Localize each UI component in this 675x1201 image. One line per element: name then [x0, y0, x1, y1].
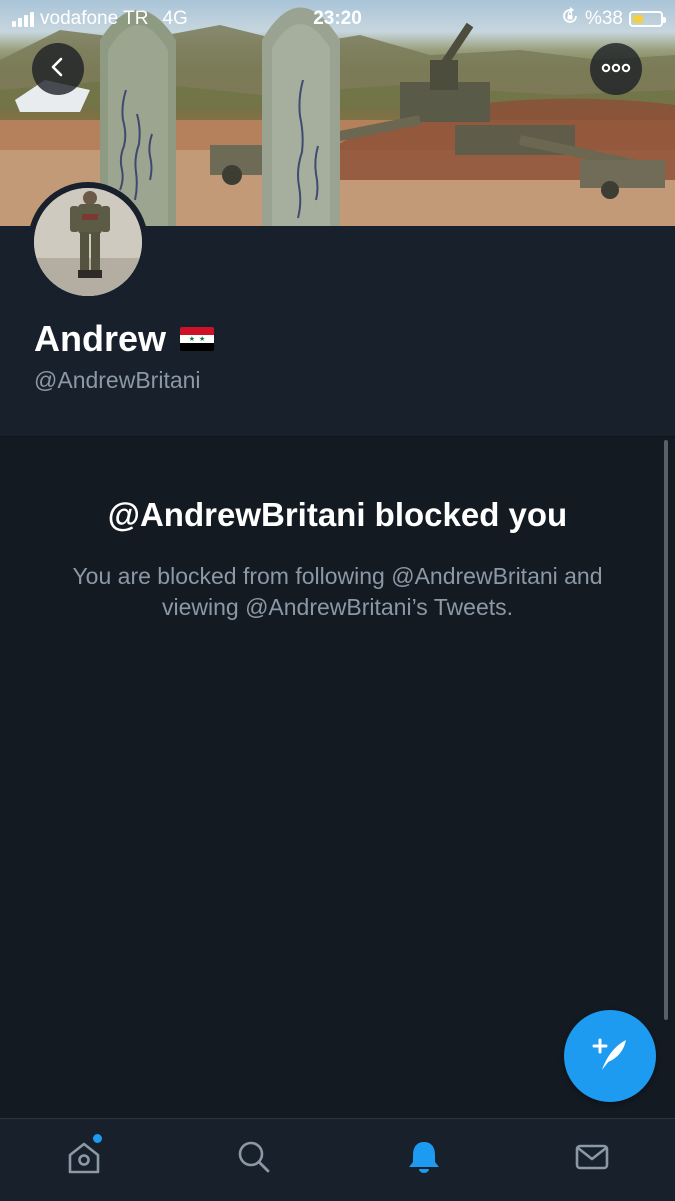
tab-search[interactable] — [232, 1137, 276, 1181]
more-options-button[interactable] — [590, 43, 642, 95]
battery-percent: %38 — [584, 8, 623, 29]
bell-icon — [405, 1138, 443, 1181]
compose-tweet-icon — [588, 1032, 632, 1081]
section-divider — [0, 436, 675, 437]
bottom-tab-bar — [0, 1118, 675, 1201]
blocked-message: You are blocked from following @AndrewBr… — [72, 563, 603, 620]
battery-level — [633, 15, 643, 23]
avatar-image — [34, 188, 142, 296]
tab-home[interactable] — [62, 1137, 106, 1181]
status-bar: vodafone TR 4G 23:20 %38 — [0, 0, 675, 36]
chevron-left-icon — [47, 56, 69, 83]
blocked-title: @AndrewBritani blocked you — [107, 496, 568, 533]
more-horizontal-icon — [601, 60, 631, 78]
orientation-lock-icon — [561, 7, 579, 31]
home-notification-dot — [93, 1134, 102, 1143]
profile-handle: @AndrewBritani — [34, 367, 201, 393]
status-right: %38 — [561, 7, 666, 31]
profile-name: Andrew — [34, 318, 167, 359]
profile-name-row: Andrew ★ ★ — [34, 318, 215, 360]
compose-tweet-button[interactable] — [564, 1010, 656, 1102]
home-icon — [65, 1138, 103, 1181]
mail-icon — [573, 1138, 611, 1181]
battery-icon — [629, 11, 666, 27]
search-icon — [235, 1138, 273, 1181]
syria-flag-icon: ★ ★ — [180, 327, 215, 351]
avatar[interactable] — [28, 182, 148, 302]
tab-notifications[interactable] — [402, 1137, 446, 1181]
tab-messages[interactable] — [570, 1137, 614, 1181]
back-button[interactable] — [32, 43, 84, 95]
scrollbar[interactable] — [664, 440, 668, 1020]
